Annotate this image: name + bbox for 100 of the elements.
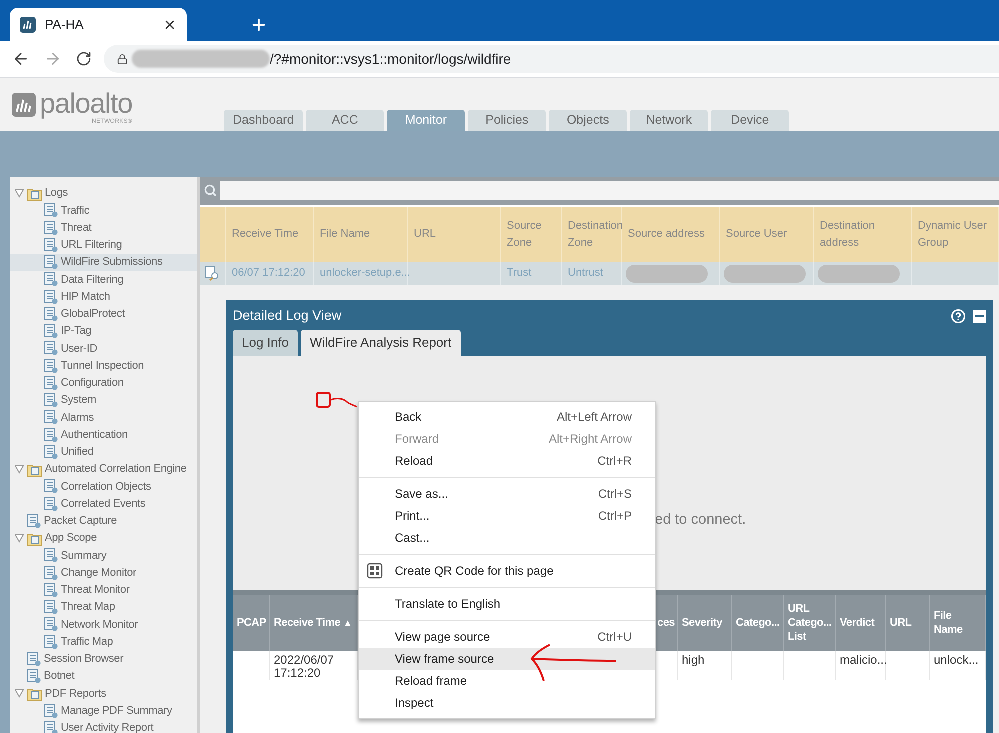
sidebar-item[interactable]: Threat (10, 220, 197, 237)
document-icon (44, 376, 58, 391)
sidebar-item[interactable]: Session Browser (10, 650, 197, 668)
table-cell: high (682, 653, 705, 667)
sidebar-item[interactable]: Correlated Events (10, 496, 197, 513)
sidebar-item[interactable]: HIP Match (10, 288, 197, 306)
sidebar-item[interactable]: WildFire Submissions (10, 254, 197, 272)
sidebar-item[interactable]: User-ID (10, 340, 197, 358)
document-icon (44, 617, 58, 632)
folder-icon (27, 462, 42, 477)
back-icon[interactable] (12, 50, 30, 68)
search-field[interactable] (220, 180, 999, 200)
sidebar-item[interactable]: PDF Reports (10, 685, 197, 702)
table-cell: 2022/06/07 17:12:20 (274, 653, 334, 680)
sidebar-item[interactable]: Alarms (10, 409, 197, 426)
collapse-triangle-icon[interactable] (15, 465, 24, 474)
sidebar-item[interactable]: Configuration (10, 374, 197, 392)
sidebar-item[interactable]: Change Monitor (10, 564, 197, 582)
sidebar-item[interactable]: Data Filtering (10, 271, 197, 288)
browser-tab[interactable]: PA-HA (10, 8, 187, 41)
table-cell-text: 06/07 17:12:20 (232, 266, 306, 282)
nav-tab[interactable]: Device (711, 110, 790, 131)
document-icon (44, 393, 58, 408)
menu-item[interactable]: Cast... (359, 527, 655, 549)
document-icon (44, 548, 58, 564)
document-icon (44, 479, 58, 494)
sidebar-item[interactable]: Correlation Objects (10, 478, 197, 496)
reload-icon[interactable] (76, 51, 92, 67)
forward-icon[interactable] (44, 50, 62, 68)
sidebar-item[interactable]: Network Monitor (10, 616, 197, 634)
nav-tab[interactable]: Monitor (387, 110, 466, 131)
column-header[interactable]: Receive Time (274, 616, 341, 630)
document-icon (44, 600, 58, 616)
menu-item-label: Reload frame (395, 673, 468, 690)
nav-tab[interactable]: Policies (468, 110, 546, 131)
menu-item[interactable]: Reload frame (359, 670, 655, 692)
column-header[interactable]: PCAP (237, 616, 266, 630)
column-header[interactable]: Severity (682, 616, 722, 630)
window-icon[interactable] (973, 310, 986, 323)
logo-icon (12, 93, 36, 117)
folder-icon (27, 532, 42, 546)
details-icon[interactable] (205, 266, 220, 281)
column-header[interactable]: Catego... (736, 616, 780, 630)
document-icon (44, 341, 58, 356)
column-header[interactable]: URL (890, 616, 912, 630)
sidebar-item[interactable]: IP-Tag (10, 323, 197, 340)
column-header[interactable]: Verdict (840, 616, 875, 630)
panel-tab[interactable]: Log Info (233, 330, 298, 356)
menu-item[interactable]: View frame source (359, 648, 655, 670)
sidebar-item[interactable]: Authentication (10, 426, 197, 444)
menu-item[interactable]: Save as... Ctrl+S (359, 483, 655, 505)
menu-item[interactable]: Reload Ctrl+R (359, 450, 655, 472)
menu-item[interactable]: View page source Ctrl+U (359, 626, 655, 648)
help-icon[interactable] (951, 309, 966, 324)
collapse-triangle-icon[interactable] (15, 534, 24, 544)
tab-title: PA-HA (45, 16, 85, 34)
collapse-triangle-icon[interactable] (15, 689, 24, 698)
collapse-triangle-icon[interactable] (15, 189, 24, 198)
sidebar-item[interactable]: Manage PDF Summary (10, 702, 197, 720)
folder-icon (27, 186, 42, 201)
panel-tab[interactable]: WildFire Analysis Report (301, 330, 461, 356)
sidebar-item[interactable]: URL Filtering (10, 236, 197, 254)
address-bar[interactable]: /?#monitor::vsys1::monitor/logs/wildfire (104, 45, 999, 73)
document-icon (44, 704, 58, 719)
menu-item[interactable]: Back Alt+Left Arrow (359, 406, 655, 428)
document-icon (44, 428, 58, 443)
menu-item[interactable]: Translate to English (359, 593, 655, 615)
sidebar-item[interactable]: App Scope (10, 530, 197, 548)
document-icon (27, 669, 41, 684)
nav-tab[interactable]: Dashboard (224, 110, 304, 131)
sidebar-item[interactable]: Threat Map (10, 599, 197, 616)
sidebar-item[interactable]: Botnet (10, 668, 197, 686)
logo-text: paloalto (40, 89, 132, 119)
sidebar-item[interactable]: System (10, 392, 197, 410)
sidebar-item[interactable]: Traffic (10, 202, 197, 220)
document-icon (44, 582, 58, 598)
nav-tab[interactable]: Network (630, 110, 708, 131)
shortcut-label: Ctrl+S (598, 486, 632, 503)
sidebar-item[interactable]: Automated Correlation Engine (10, 461, 197, 478)
column-header[interactable]: ces (658, 616, 675, 630)
document-icon (44, 358, 58, 374)
sidebar-item[interactable]: Threat Monitor (10, 582, 197, 599)
qr-code-icon (367, 563, 383, 579)
sidebar-item[interactable]: Packet Capture (10, 512, 197, 530)
sidebar-item[interactable]: Tunnel Inspection (10, 358, 197, 375)
sidebar-item[interactable]: Traffic Map (10, 634, 197, 651)
nav-tab[interactable]: Objects (549, 110, 628, 131)
menu-item-label: Create QR Code for this page (395, 563, 555, 580)
sort-indicator[interactable]: ▲ (344, 616, 352, 630)
menu-item[interactable]: Inspect (359, 692, 655, 714)
sidebar-item[interactable]: Logs (10, 185, 197, 202)
nav-tab[interactable]: ACC (306, 110, 384, 131)
column-header[interactable]: File Name (934, 609, 981, 637)
sidebar-item[interactable]: Summary (10, 547, 197, 564)
sidebar-item[interactable]: Unified (10, 444, 197, 461)
menu-item[interactable]: Print... Ctrl+P (359, 505, 655, 527)
menu-item[interactable]: Create QR Code for this page (359, 560, 655, 582)
document-icon (44, 306, 58, 322)
column-header[interactable]: URL Catego... List (788, 602, 832, 644)
sidebar-item[interactable]: GlobalProtect (10, 306, 197, 323)
